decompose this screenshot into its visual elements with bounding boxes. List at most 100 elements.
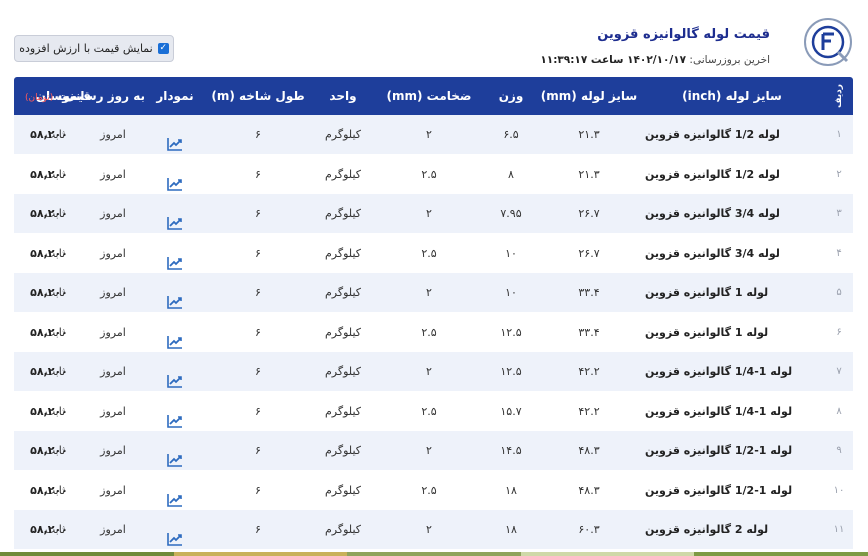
price-value: ۵۸,۲۰۰ (30, 207, 68, 220)
pipe-length: ۶ (255, 325, 261, 339)
last-updated-label: اخرین بروزرسانی: (689, 54, 770, 66)
pipe-length: ۶ (255, 523, 261, 536)
pipe-weight: ۱۰ (505, 286, 517, 299)
column-header-price[interactable]: قیمت (تومان) (18, 77, 98, 115)
pipe-thickness: ۲ (426, 444, 432, 457)
pipe-length: ۶ (255, 207, 261, 220)
line-chart-icon[interactable] (167, 365, 183, 388)
pipe-thickness: ۲ (426, 286, 432, 299)
chart-cell (145, 194, 205, 233)
pipe-length: ۶ (255, 404, 261, 418)
table-row[interactable]: ۱ لوله 1/2 گالوانیزه قزوین ۲۱.۳ ۶.۵ ۲ کیلوگرم… (14, 115, 853, 155)
column-header-size-inch[interactable]: سایز لوله (inch) (639, 77, 825, 115)
pipe-name[interactable]: لوله 1-1/4 گالوانیزه قزوین (639, 392, 825, 431)
price-value: ۵۸,۲۰۰ (30, 365, 68, 378)
pipe-size-mm: ۴۲.۲ (578, 365, 600, 378)
column-header-thickness[interactable]: ضخامت (mm) (375, 77, 483, 115)
column-header-length[interactable]: طول شاخه (m) (205, 77, 311, 115)
pipe-name[interactable]: لوله 2 گالوانیزه قزوین (639, 510, 825, 549)
line-chart-icon[interactable] (167, 168, 183, 191)
pipe-name[interactable]: لوله 1-1/4 گالوانیزه قزوین (639, 352, 825, 391)
pipe-name[interactable]: لوله 1-1/2 گالوانیزه قزوین (639, 431, 825, 470)
pipe-size-mm: ۴۸.۳ (578, 444, 600, 457)
table-row[interactable]: ۷ لوله 1-1/4 گالوانیزه قزوین ۴۲.۲ ۱۲.۵ ۲ کیلو… (14, 352, 853, 392)
chart-cell (145, 392, 205, 431)
price-value: ۵۸,۲۰۰ (30, 483, 68, 497)
pipe-weight: ۷.۹۵ (500, 207, 522, 220)
pipe-unit: کیلوگرم (325, 286, 361, 299)
chart-cell (145, 352, 205, 391)
pipe-thickness: ۲ (426, 128, 432, 141)
update-status: امروز (100, 444, 126, 457)
table-row[interactable]: ۲ لوله 1/2 گالوانیزه قزوین ۲۱.۳ ۸ ۲.۵ کیلوگرم… (14, 154, 853, 194)
pipe-name[interactable]: لوله 3/4 گالوانیزه قزوین (639, 194, 825, 233)
pipe-unit: کیلوگرم (325, 246, 361, 260)
pipe-size-mm: ۳۳.۴ (578, 325, 600, 339)
pipe-size-mm: ۴۸.۳ (578, 483, 600, 497)
pipe-weight: ۱۲.۵ (500, 365, 522, 378)
column-header-weight[interactable]: وزن (483, 77, 539, 115)
table-row[interactable]: ۴ لوله 3/4 گالوانیزه قزوین ۲۶.۷ ۱۰ ۲.۵ کیلوگر… (14, 233, 853, 273)
table-row[interactable]: ۹ لوله 1-1/2 گالوانیزه قزوین ۴۸.۳ ۱۴.۵ ۲ کیلو… (14, 431, 853, 471)
pipe-name[interactable]: لوله 3/4 گالوانیزه قزوین (639, 234, 825, 273)
chart-cell (145, 471, 205, 510)
chart-cell (145, 115, 205, 154)
line-chart-icon[interactable] (167, 484, 183, 507)
pipe-size-mm: ۲۶.۷ (578, 246, 600, 260)
pipe-name[interactable]: لوله 1-1/2 گالوانیزه قزوین (639, 471, 825, 510)
pipe-name[interactable]: لوله 1 گالوانیزه قزوین (639, 313, 825, 352)
row-index: ۹ (836, 445, 842, 456)
pipe-thickness: ۲.۵ (421, 404, 437, 418)
line-chart-icon[interactable] (167, 326, 183, 349)
table-row[interactable]: ۱۱ لوله 2 گالوانیزه قزوین ۶۰.۳ ۱۸ ۲ کیلوگرم ۶ ا… (14, 510, 853, 550)
line-chart-icon[interactable] (167, 247, 183, 270)
pipe-size-mm: ۴۲.۲ (578, 404, 600, 418)
price-value: ۵۸,۲۰۰ (30, 167, 68, 181)
pipe-name[interactable]: لوله 1 گالوانیزه قزوین (639, 273, 825, 312)
footer-color-strip (0, 552, 868, 556)
table-row[interactable]: ۵ لوله 1 گالوانیزه قزوین ۳۳.۴ ۱۰ ۲ کیلوگرم ۶ ام… (14, 273, 853, 313)
table-row[interactable]: ۱۰ لوله 1-1/2 گالوانیزه قزوین ۴۸.۳ ۱۸ ۲.۵ کیل… (14, 470, 853, 510)
column-header-unit[interactable]: واحد (311, 77, 375, 115)
vat-price-toggle[interactable]: ✓ نمایش قیمت با ارزش افزوده (14, 35, 174, 62)
price-value: ۵۸,۲۰۰ (30, 286, 68, 299)
line-chart-icon[interactable] (167, 405, 183, 428)
row-index: ۱ (836, 129, 842, 140)
pipe-name[interactable]: لوله 1/2 گالوانیزه قزوین (639, 155, 825, 194)
pipe-weight: ۱۵.۷ (500, 404, 522, 418)
checkbox-checked-icon[interactable]: ✓ (157, 43, 169, 54)
chart-cell (145, 234, 205, 273)
table-row[interactable]: ۸ لوله 1-1/4 گالوانیزه قزوین ۴۲.۲ ۱۵.۷ ۲.۵ کی… (14, 391, 853, 431)
table-body: ۱ لوله 1/2 گالوانیزه قزوین ۲۱.۳ ۶.۵ ۲ کیلوگرم… (14, 115, 853, 550)
pipe-name[interactable]: لوله 1/2 گالوانیزه قزوین (639, 115, 825, 154)
row-index: ۷ (836, 366, 842, 377)
line-chart-icon[interactable] (167, 523, 183, 546)
pipe-size-mm: ۶۰.۳ (578, 523, 600, 536)
chart-cell (145, 431, 205, 470)
pipe-unit: کیلوگرم (325, 483, 361, 497)
row-index: ۴ (836, 247, 842, 259)
price-value: ۵۸,۲۰۰ (30, 404, 68, 418)
line-chart-icon[interactable] (167, 444, 183, 467)
table-row[interactable]: ۳ لوله 3/4 گالوانیزه قزوین ۲۶.۷ ۷.۹۵ ۲ کیلوگر… (14, 194, 853, 234)
price-header-label: قیمت (57, 89, 92, 103)
line-chart-icon[interactable] (167, 207, 183, 230)
price-value: ۵۸,۲۰۰ (30, 128, 68, 141)
pipe-length: ۶ (255, 286, 261, 299)
line-chart-icon[interactable] (167, 128, 183, 151)
pipe-size-mm: ۳۳.۴ (578, 286, 600, 299)
pipe-size-mm: ۲۱.۳ (578, 167, 600, 181)
column-header-size-mm[interactable]: سایز لوله (mm) (539, 77, 639, 115)
price-table: ردیف سایز لوله (inch) سایز لوله (mm) وزن… (14, 77, 853, 550)
line-chart-icon[interactable] (167, 286, 183, 309)
pipe-thickness: ۲ (426, 523, 432, 536)
update-status: امروز (100, 325, 126, 339)
pipe-weight: ۸ (508, 167, 514, 181)
table-row[interactable]: ۶ لوله 1 گالوانیزه قزوین ۳۳.۴ ۱۲.۵ ۲.۵ کیلوگر… (14, 312, 853, 352)
pipe-thickness: ۲.۵ (421, 325, 437, 339)
column-header-radif: ردیف (834, 84, 844, 108)
chart-cell (145, 155, 205, 194)
price-unit-label: (تومان) (24, 93, 54, 103)
price-value: ۵۸,۲۰۰ (30, 325, 68, 339)
pipe-unit: کیلوگرم (325, 128, 361, 141)
